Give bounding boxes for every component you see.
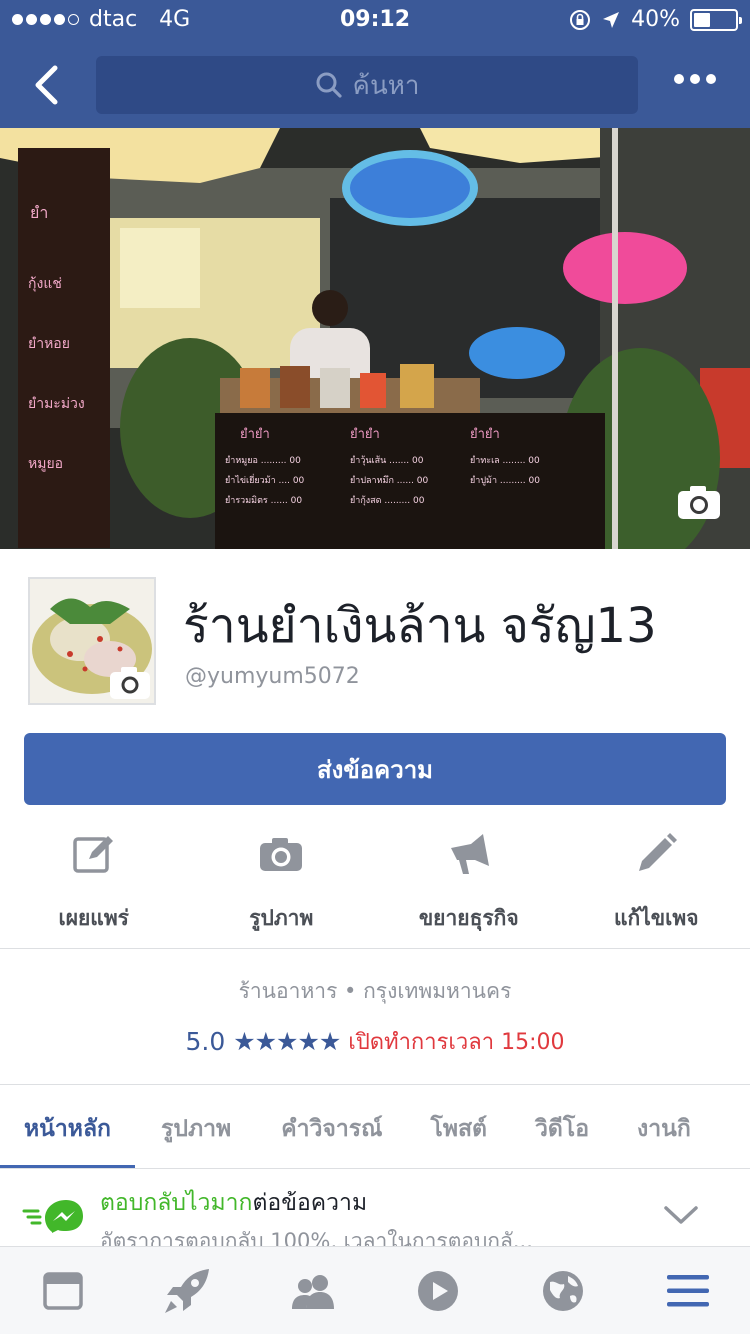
more-options-button[interactable] [674, 74, 716, 84]
messenger-icon [22, 1200, 83, 1233]
chevron-left-icon [35, 65, 58, 105]
opening-hours: เปิดทำการเวลา 15:00 [348, 1030, 565, 1055]
search-bar[interactable]: ค้นหา [96, 56, 638, 114]
bottom-tab-bar [0, 1246, 750, 1334]
response-speed: ตอบกลับไวมากต่อข้อความ [100, 1185, 367, 1221]
page-actions: เผยแพร่ รูปภาพ ขยายธุรกิจ แก้ไขเพจ [0, 828, 750, 940]
response-highlight: ตอบกลับไวมาก [100, 1190, 253, 1216]
news-feed-icon [42, 1271, 83, 1310]
tab-watch[interactable] [375, 1247, 500, 1334]
send-message-button[interactable]: ส่งข้อความ [24, 733, 726, 805]
svg-text:ยำยำ: ยำยำ [350, 427, 380, 442]
svg-text:ยำปลาหมึก ...... 00: ยำปลาหมึก ...... 00 [350, 475, 429, 486]
photos-action[interactable]: รูปภาพ [188, 828, 376, 940]
rating-value: 5.0 [185, 1027, 226, 1056]
svg-text:ยำกุ้งสด ......... 00: ยำกุ้งสด ......... 00 [350, 495, 425, 506]
camera-icon [260, 838, 303, 871]
tab-explore[interactable] [125, 1247, 250, 1334]
svg-text:ยำทะเล ........ 00: ยำทะเล ........ 00 [470, 455, 540, 466]
megaphone-icon [450, 834, 489, 874]
svg-text:ยำหอย: ยำหอย [28, 336, 70, 352]
svg-text:ยำยำ: ยำยำ [470, 427, 500, 442]
page-tabs: หน้าหลัก รูปภาพ คำวิจารณ์ โพสต์ วิดีโอ ง… [0, 1084, 750, 1168]
edit-page-action[interactable]: แก้ไขเพจ [563, 828, 750, 940]
video-icon [417, 1270, 458, 1311]
rotation-lock-icon [570, 9, 591, 30]
svg-text:หมูยอ: หมูยอ [28, 456, 63, 472]
edit-page-label: แก้ไขเพจ [614, 906, 699, 930]
camera-icon[interactable] [110, 667, 150, 699]
page-title: ร้านยำเงินล้าน จรัญ13 [183, 598, 657, 654]
svg-text:กุ้งแช่: กุ้งแช่ [28, 276, 62, 292]
publish-label: เผยแพร่ [58, 906, 129, 930]
chevron-down-icon[interactable] [664, 1205, 698, 1225]
menu-icon [666, 1274, 709, 1306]
page-username: @yumyum5072 [185, 664, 360, 689]
search-placeholder: ค้นหา [352, 70, 420, 101]
response-detail: อัตราการตอบกลับ 100%, เวลาในการตอบกลั... [100, 1229, 533, 1246]
svg-text:ยำวุ้นเส้น ....... 00: ยำวุ้นเส้น ....... 00 [350, 455, 424, 466]
tab-notifications[interactable] [500, 1247, 625, 1334]
friends-icon [291, 1274, 334, 1309]
tab-home[interactable]: หน้าหลัก [0, 1085, 135, 1168]
profile-picture[interactable] [28, 577, 156, 705]
top-bar: dtac 4G 09:12 40% ค้นหา [0, 0, 750, 128]
search-icon [316, 72, 342, 98]
page-info: ร้านอาหาร • กรุงเทพมหานคร 5.0 ★★★★★ เปิด… [0, 975, 750, 1059]
rating-stars: ★★★★★ [233, 1027, 341, 1056]
svg-text:ยำปูม้า ......... 00: ยำปูม้า ......... 00 [470, 475, 540, 486]
location-arrow-icon [603, 11, 620, 28]
camera-icon[interactable] [678, 485, 720, 519]
svg-text:ยำรวมมิตร ...... 00: ยำรวมมิตร ...... 00 [225, 495, 302, 506]
cover-photo-image: ยำ กุ้งแช่ ยำหอย ยำมะม่วง หมูยอ ยำยำ ยำย… [0, 128, 750, 549]
globe-icon [542, 1270, 583, 1311]
promote-action[interactable]: ขยายธุรกิจ [375, 828, 563, 940]
battery-percent: 40% [631, 7, 680, 32]
promote-label: ขยายธุรกิจ [418, 906, 519, 930]
tab-videos[interactable]: วิดีโอ [511, 1085, 613, 1168]
photos-label: รูปภาพ [249, 906, 314, 930]
status-bar: dtac 4G 09:12 40% [0, 0, 750, 40]
tab-news-feed[interactable] [0, 1247, 125, 1334]
divider [0, 948, 750, 949]
rocket-icon [164, 1268, 209, 1313]
category-location: ร้านอาหาร • กรุงเทพมหานคร [238, 979, 512, 1003]
tab-menu[interactable] [625, 1247, 750, 1334]
compose-icon [73, 836, 113, 873]
rating-row[interactable]: 5.0 ★★★★★ เปิดทำการเวลา 15:00 [0, 1024, 750, 1059]
back-button[interactable] [26, 60, 66, 110]
status-right: 40% [569, 7, 742, 32]
svg-text:ยำยำ: ยำยำ [240, 427, 270, 442]
svg-text:ยำมะม่วง: ยำมะม่วง [28, 396, 85, 412]
tab-photos[interactable]: รูปภาพ [135, 1085, 257, 1168]
publish-action[interactable]: เผยแพร่ [0, 828, 188, 940]
pencil-icon [639, 833, 678, 871]
svg-text:ยำ: ยำ [30, 203, 48, 222]
responsiveness-card[interactable]: ตอบกลับไวมากต่อข้อความ อัตราการตอบกลับ 1… [0, 1168, 750, 1246]
tab-reviews[interactable]: คำวิจารณ์ [257, 1085, 406, 1168]
response-rest: ต่อข้อความ [252, 1190, 368, 1216]
battery-icon [690, 8, 742, 31]
cover-photo[interactable]: ยำ กุ้งแช่ ยำหอย ยำมะม่วง หมูยอ ยำยำ ยำย… [0, 128, 750, 549]
tab-events[interactable]: งานกิ [613, 1085, 715, 1168]
svg-text:ยำหมูยอ ......... 00: ยำหมูยอ ......... 00 [225, 455, 301, 466]
tab-posts[interactable]: โพสต์ [407, 1085, 512, 1168]
tab-friends[interactable] [250, 1247, 375, 1334]
